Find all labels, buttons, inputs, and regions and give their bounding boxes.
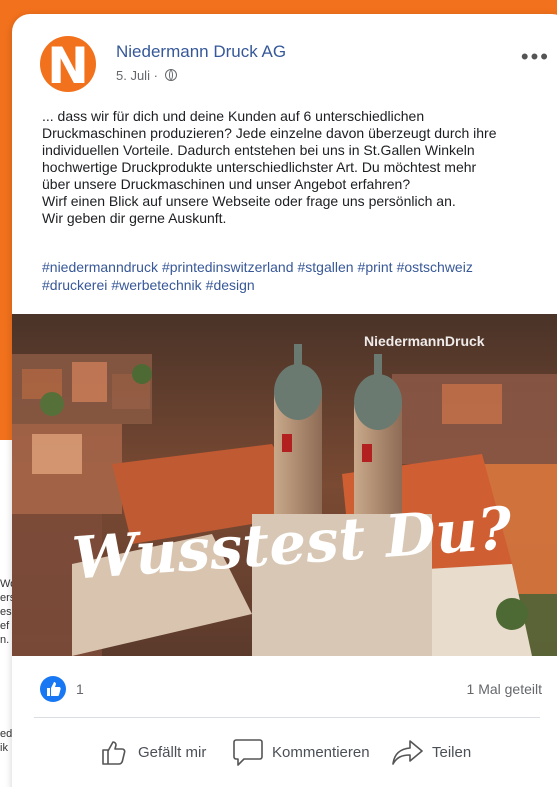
background-text-fragment: es bbox=[0, 606, 12, 618]
like-button-label: Gefällt mir bbox=[138, 743, 207, 761]
comment-button-label: Kommentieren bbox=[272, 743, 370, 761]
comment-bubble-icon bbox=[233, 739, 263, 766]
hashtag-link[interactable]: #design bbox=[206, 277, 255, 293]
post-meta: 5. Juli · bbox=[116, 68, 177, 83]
image-watermark: NiedermannDruck bbox=[364, 333, 485, 349]
post-image[interactable]: NiedermannDruck Wusstest Du? bbox=[12, 314, 557, 656]
like-count[interactable]: 1 bbox=[76, 681, 84, 697]
page-logo-letter: N bbox=[47, 37, 89, 92]
cathedral-illustration: NiedermannDruck Wusstest Du? bbox=[12, 314, 557, 656]
hashtag-link[interactable]: #stgallen bbox=[298, 259, 354, 275]
hashtag-link[interactable]: #print bbox=[358, 259, 393, 275]
like-reaction-icon[interactable] bbox=[40, 676, 66, 702]
reaction-summary: 1 1 Mal geteilt bbox=[40, 676, 550, 702]
hashtag-link[interactable]: #druckerei bbox=[42, 277, 107, 293]
share-count[interactable]: 1 Mal geteilt bbox=[467, 681, 542, 697]
background-text-fragment: n. bbox=[0, 634, 10, 646]
post-text-line: individuellen Vorteile. Dadurch entstehe… bbox=[42, 142, 475, 158]
more-options-icon[interactable]: ••• bbox=[521, 46, 550, 68]
hashtag-link[interactable]: #niedermanndruck bbox=[42, 259, 158, 275]
hashtag-link[interactable]: #werbetechnik bbox=[111, 277, 201, 293]
share-arrow-icon bbox=[392, 740, 423, 765]
thumbs-up-icon bbox=[102, 741, 126, 765]
post-date-link[interactable]: 5. Juli bbox=[116, 68, 150, 83]
background-text-fragment: ef bbox=[0, 620, 10, 632]
post-text-line: ... dass wir für dich und deine Kunden a… bbox=[42, 108, 425, 124]
facebook-post-card: N Niedermann Druck AG 5. Juli · ••• ... … bbox=[12, 14, 557, 787]
comment-button[interactable]: Kommentieren bbox=[232, 732, 370, 772]
post-text-line: über unsere Druckmaschinen und unser Ang… bbox=[42, 176, 411, 192]
hashtag-link[interactable]: #ostschweiz bbox=[397, 259, 473, 275]
share-button-label: Teilen bbox=[432, 743, 472, 761]
globe-icon bbox=[164, 69, 177, 81]
post-action-bar: Gefällt mir Kommentieren Teilen bbox=[12, 732, 557, 772]
meta-separator: · bbox=[149, 68, 162, 83]
post-text-line: hochwertige Druckprodukte unterschiedlic… bbox=[42, 159, 477, 175]
post-text-line: Wirf einen Blick auf unsere Webseite ode… bbox=[42, 193, 456, 209]
page-avatar[interactable]: N bbox=[40, 36, 96, 92]
hashtag-list: #niedermanndruck #printedinswitzerland #st… bbox=[42, 258, 542, 294]
post-text-line: Wir geben dir gerne Auskunft. bbox=[42, 210, 227, 226]
background-text-fragment: ed bbox=[0, 728, 13, 740]
page-name-link[interactable]: Niedermann Druck AG bbox=[116, 42, 286, 62]
like-button[interactable]: Gefällt mir bbox=[100, 732, 206, 772]
share-button[interactable]: Teilen bbox=[390, 732, 471, 772]
actions-divider bbox=[34, 717, 540, 718]
hashtag-link[interactable]: #printedinswitzerland bbox=[162, 259, 294, 275]
background-text-fragment: ik bbox=[0, 742, 8, 754]
post-header: N Niedermann Druck AG 5. Juli · bbox=[40, 36, 540, 92]
post-body-text: ... dass wir für dich und deine Kunden a… bbox=[42, 108, 542, 227]
post-text-line: Druckmaschinen produzieren? Jede einzeln… bbox=[42, 125, 497, 141]
